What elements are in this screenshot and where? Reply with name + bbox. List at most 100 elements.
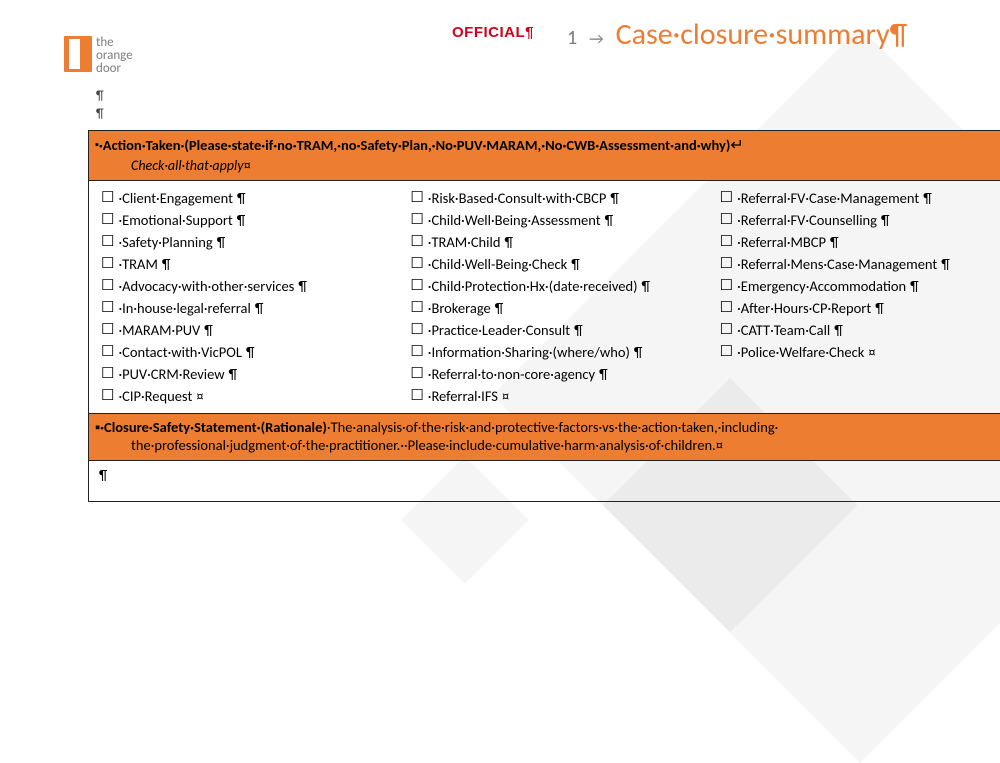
checkbox-item[interactable]: ☐·PUV·CRM·Review¶ [101,363,390,385]
checkbox-label: ·Safety·Planning [118,231,212,253]
checkbox-label: ·Police·Welfare·Check [737,341,864,363]
pilcrow-icon: ¶ [941,253,950,275]
checkbox-icon: ☐ [720,257,733,272]
pilcrow-icon: ¶ [634,341,643,363]
page-title: Case·closure·summary¶ [616,16,908,53]
pilcrow-icon: ¶ [237,209,246,231]
checkbox-item[interactable]: ☐ ·Safety·Planning¶ [101,231,390,253]
checkbox-label: ·Practice·Leader·Consult [428,319,570,341]
checkbox-icon: ☐ [720,301,733,316]
checkbox-item[interactable]: ☐·Advocacy·with·other·services¶ [101,275,390,297]
checkbox-item[interactable]: ☐·Information·Sharing·(where/who)¶ [410,341,699,363]
checkbox-icon: ☐ [410,345,423,360]
checkbox-icon: ☐ [101,213,114,228]
checkbox-icon: ☐ [410,257,423,272]
pilcrow-icon: ¶ [525,24,534,41]
checkbox-label: ·TRAM·Child [428,231,501,253]
checkbox-item[interactable]: ☐·Emergency·Accommodation¶ [720,275,1000,297]
pilcrow-icon: ¶ [229,363,238,385]
checkbox-item[interactable]: ☐·Referral·IFS¤ [410,385,699,407]
form-table: ▪·Action·Taken·(Please·state·if·no·TRAM,… [88,130,1000,502]
checkbox-label: ·Emergency·Accommodation [737,275,906,297]
checkbox-icon: ☐ [720,345,733,360]
checkbox-label: ·Child·Well·Being·Assessment [428,209,601,231]
logo-mark-icon [64,36,92,72]
checkbox-item[interactable]: ☐·Child·Well·Being·Assessment¶ [410,209,699,231]
checkbox-item[interactable]: ☐·Risk·Based·Consult·with·CBCP¶ [410,187,699,209]
pilcrow-icon: ¶ [217,231,226,253]
checkbox-icon: ☐ [101,367,114,382]
checkbox-item[interactable]: ☐·TRAM¶ [101,253,390,275]
pilcrow-icon: ¶ [204,319,213,341]
end-cell-icon: ¤ [502,385,509,407]
checkbox-item[interactable]: ☐ ·After·Hours·CP·Report¶ [720,297,1000,319]
closure-input-row[interactable]: ¶ [89,461,1000,501]
checkbox-icon: ☐ [410,367,423,382]
checkbox-item[interactable]: ☐ ·Emotional·Support¶ [101,209,390,231]
pilcrow-icon: ¶ [923,187,932,209]
checkbox-item[interactable]: ☐·CIP·Request¤ [101,385,390,407]
pilcrow-icon: ¶ [96,107,104,122]
checkbox-icon: ☐ [720,235,733,250]
checkbox-label: ·Child·Protection·Hx·(date·received) [428,275,638,297]
checkbox-label: ·Child·Well-Being·Check [428,253,567,275]
checkbox-icon: ☐ [410,235,423,250]
checkbox-label: ·MARAM·PUV [118,319,200,341]
checkbox-label: ·Referral·MBCP [737,231,826,253]
checkbox-icon: ☐ [101,301,114,316]
section-closure-title: ·Closure·Safety·Statement·(Rationale) [100,418,327,436]
checkbox-label: ·Emotional·Support [118,209,232,231]
checkbox-label: ·Brokerage [428,297,491,319]
checkbox-label: ·CIP·Request [118,385,192,407]
section-closure-header: ▪·Closure·Safety·Statement·(Rationale)·T… [89,414,1000,461]
checkbox-item[interactable]: ☐ ·TRAM·Child¶ [410,231,699,253]
checkbox-col-1: ☐·Client·Engagement¶ ☐ ·Emotional·Support… [89,181,398,413]
pilcrow-icon: ¶ [255,297,264,319]
checkbox-label: ·Referral·FV·Counselling [737,209,877,231]
pilcrow-icon: ¶ [642,275,651,297]
checkbox-item[interactable]: ☐·Child·Well-Being·Check¶ [410,253,699,275]
pilcrow-icon: ¶ [246,341,255,363]
checkbox-label: ·Referral·IFS [428,385,498,407]
checkbox-label: ·CATT·Team·Call [737,319,830,341]
pilcrow-icon: ¶ [99,467,107,484]
pilcrow-icon: ¶ [237,187,246,209]
checkbox-icon: ☐ [101,257,114,272]
checkbox-item[interactable]: ☐·Referral·FV·Counselling¶ [720,209,1000,231]
checkbox-label: ·Referral·to·non-core·agency [428,363,595,385]
checkbox-item[interactable]: ☐·Brokerage¶ [410,297,699,319]
checkbox-label: ·Advocacy·with·other·services [118,275,294,297]
pilcrow-icon: ¶ [834,319,843,341]
paragraph-marks: ¶ ¶ [96,88,104,124]
newline-arrow-icon: ↵ [730,136,743,155]
checkbox-item[interactable]: ☐·In·house·legal·referral¶ [101,297,390,319]
checkbox-label: ·Referral·Mens·Case·Management [737,253,937,275]
pilcrow-icon: ¶ [504,231,513,253]
page: the orange door OFFICIAL¶ 1 → Case·closu… [42,10,972,80]
end-cell-icon: ¤ [716,436,723,454]
checkbox-icon: ☐ [101,235,114,250]
checkbox-item[interactable]: ☐·Child·Protection·Hx·(date·received)¶ [410,275,699,297]
checkbox-icon: ☐ [101,345,114,360]
checkbox-icon: ☐ [101,279,114,294]
checkbox-item[interactable]: ☐·Referral·to·non-core·agency¶ [410,363,699,385]
checkbox-item[interactable]: ☐·Practice·Leader·Consult¶ [410,319,699,341]
checkbox-item[interactable]: ☐·Client·Engagement¶ [101,187,390,209]
checkbox-item[interactable]: ☐·MARAM·PUV¶ [101,319,390,341]
pilcrow-icon: ¶ [162,253,171,275]
pilcrow-icon: ¶ [881,209,890,231]
checkbox-item[interactable]: ☐·Contact·with·VicPOL¶ [101,341,390,363]
bullet-icon: ▪ [95,138,99,151]
checkbox-label: ·Risk·Based·Consult·with·CBCP [428,187,607,209]
logo: the orange door [64,36,133,75]
checkbox-icon: ☐ [410,191,423,206]
checkbox-item[interactable]: ☐ ·Referral·Mens·Case·Management¶ [720,253,1000,275]
pilcrow-icon: ¶ [875,297,884,319]
pilcrow-icon: ¶ [830,231,839,253]
section-closure-body2-text: the·professional·judgment·of·the·practit… [131,436,716,454]
checkbox-label: ·After·Hours·CP·Report [737,297,871,319]
checkbox-item[interactable]: ☐·Referral·FV·Case·Management¶ [720,187,1000,209]
checkbox-item[interactable]: ☐·CATT·Team·Call¶ [720,319,1000,341]
checkbox-item[interactable]: ☐·Police·Welfare·Check¤ [720,341,1000,363]
checkbox-item[interactable]: ☐ ·Referral·MBCP¶ [720,231,1000,253]
